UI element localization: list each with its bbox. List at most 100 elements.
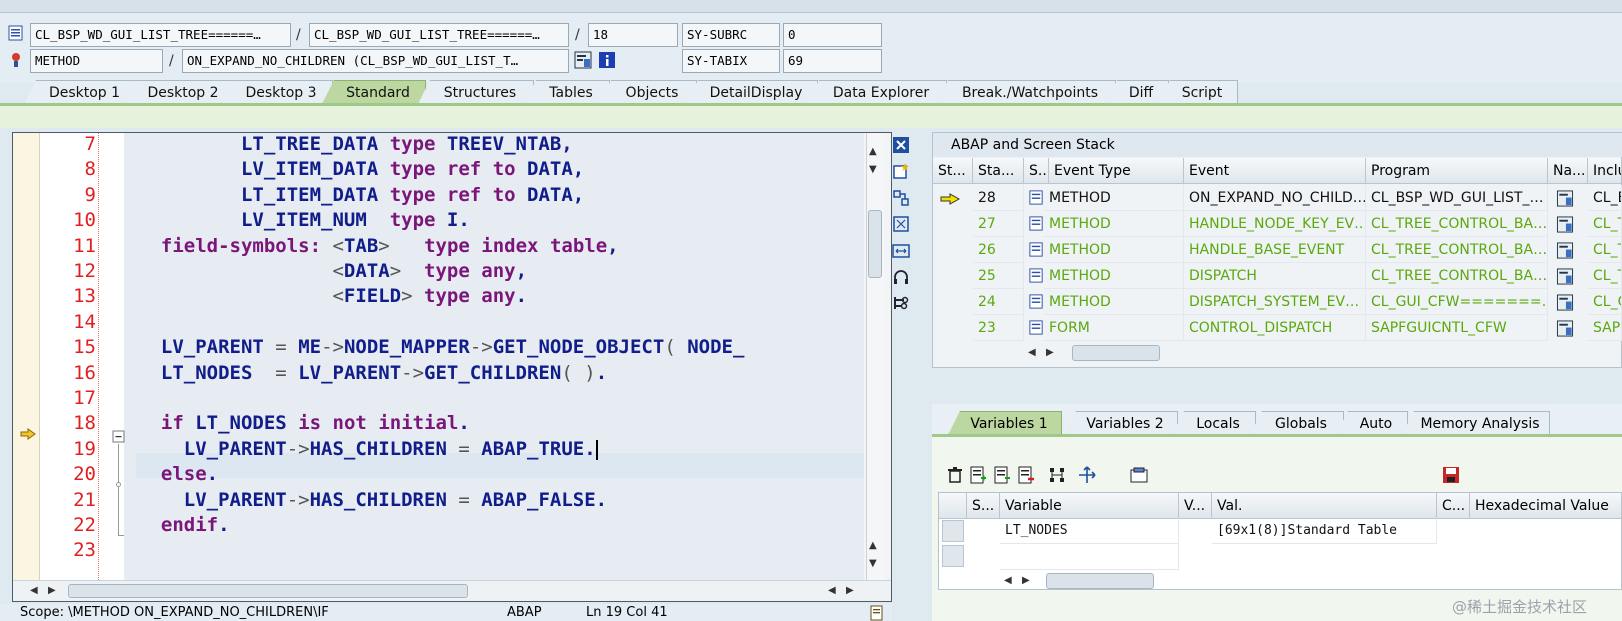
event-field[interactable]: ON_EXPAND_NO_CHILDREN (CL_BSP_WD_GUI_LIS… [182,49,569,73]
navigate-icon[interactable] [1078,466,1096,484]
source-icon[interactable] [1556,268,1574,285]
hierarchy-icon[interactable] [1048,466,1066,484]
delete-icon[interactable] [946,466,964,484]
tab-objects[interactable]: Objects [599,80,697,104]
stack-col-event[interactable]: Event [1184,158,1366,184]
close-icon[interactable] [892,136,910,154]
source-icon[interactable] [574,51,592,69]
tab-body [0,106,1622,128]
class-icon[interactable] [7,24,25,42]
var-col-v[interactable]: V... [1179,493,1212,519]
stack-col-name[interactable]: Na... [1548,158,1588,184]
tab-standard[interactable]: Standard [322,80,426,104]
var-col-hex[interactable]: Hexadecimal Value [1470,493,1622,519]
stack-col-level[interactable]: Sta... [973,158,1024,184]
code-line: LT_ITEM_DATA type ref to DATA, [240,184,585,206]
tab-break-watchpoints[interactable]: Break./Watchpoints [936,80,1116,104]
scroll-up-icon[interactable]: ▲ [869,146,877,158]
delete-row-icon[interactable] [1017,466,1035,484]
tab-script[interactable]: Script [1158,80,1238,104]
tab-tables[interactable]: Tables [524,80,610,104]
maximize-icon[interactable] [892,215,910,233]
var-col-rowmark [939,493,967,519]
var-col-value[interactable]: Val. [1212,493,1437,519]
empty-variable-cell[interactable] [1000,544,1179,570]
source-icon[interactable] [1556,294,1574,311]
source-icon[interactable] [1556,216,1574,233]
tab-variables-1[interactable]: Variables 1 [948,411,1062,435]
scroll-down-icon[interactable]: ▼ [869,558,877,570]
stack-col-event-type[interactable]: Event Type [1049,158,1184,184]
headset-icon[interactable] [892,268,910,286]
tab-globals[interactable]: Globals [1250,411,1344,435]
tab-locals[interactable]: Locals [1172,411,1256,435]
tab-detail-display[interactable]: DetailDisplay [686,80,818,104]
code-line: <FIELD> type any. [332,285,528,307]
method-icon [1029,190,1043,205]
scroll-left-icon[interactable]: ◀ [1028,347,1036,359]
vertical-scroll-thumb[interactable] [868,210,882,278]
source-icon[interactable] [1556,320,1574,337]
tab-desktop-3[interactable]: Desktop 3 [221,80,333,104]
breakpoint-gutter[interactable] [13,133,40,580]
stack-level: 23 [973,315,1024,341]
scroll-left-icon[interactable]: ◀ [30,585,38,597]
document-icon[interactable] [869,605,885,621]
current-frame-arrow-icon [940,193,960,205]
row-selector[interactable] [942,520,964,542]
split-icon[interactable] [892,189,910,207]
stack-col-status[interactable]: St... [933,158,973,184]
sy-subrc-value[interactable]: 0 [783,23,882,47]
append-row-icon[interactable] [993,466,1011,484]
save-icon[interactable] [1442,466,1460,484]
stack-scroll-thumb[interactable] [1072,345,1160,361]
tab-variables-2[interactable]: Variables 2 [1064,411,1178,435]
stack-include: CL_G [1588,289,1622,315]
source-icon[interactable] [1556,190,1574,207]
vertical-scrollbar[interactable] [866,133,884,580]
tab-desktop-1[interactable]: Desktop 1 [24,80,137,104]
scroll-right-icon[interactable]: ▶ [1046,347,1054,359]
event-type-field[interactable]: METHOD [30,49,163,73]
code-line: LV_ITEM_NUM type I. [240,209,470,231]
stack-col-s[interactable]: S.. [1024,158,1049,184]
tab-data-explorer[interactable]: Data Explorer [807,80,947,104]
insert-row-icon[interactable] [969,466,987,484]
scroll-left-icon[interactable]: ◀ [1004,575,1012,587]
folder-icon[interactable] [1130,466,1148,484]
scroll-left-icon[interactable]: ◀ [828,585,836,597]
scroll-right-icon[interactable]: ▶ [1022,575,1030,587]
info-icon[interactable] [598,51,616,69]
variable-value[interactable]: [69x1(8)]Standard Table [1212,518,1437,544]
fold-toggle-icon[interactable] [112,430,126,444]
scroll-up-icon[interactable]: ▲ [869,540,877,552]
variables-scroll-thumb[interactable] [1046,573,1154,589]
var-col-s[interactable]: S... [967,493,1000,519]
tools-icon[interactable] [892,294,910,312]
tab-memory-analysis[interactable]: Memory Analysis [1402,411,1550,435]
stack-col-program[interactable]: Program [1366,158,1548,184]
include-field[interactable]: CL_BSP_WD_GUI_LIST_TREE======… [309,23,569,47]
tab-desktop-2[interactable]: Desktop 2 [123,80,235,104]
stack-col-include[interactable]: Inclu [1588,158,1622,184]
resize-icon[interactable] [892,242,910,260]
tab-auto[interactable]: Auto [1336,411,1408,435]
variable-name[interactable]: LT_NODES [1000,518,1179,544]
horizontal-scroll-thumb[interactable] [68,584,468,598]
stack-level: 24 [973,289,1024,315]
scroll-down-icon[interactable]: ▼ [869,164,877,176]
separator: / [169,53,174,69]
new-window-icon[interactable] [892,162,910,180]
stack-include: CL_T [1588,263,1622,289]
tab-structures[interactable]: Structures [418,80,534,104]
sy-tabix-value[interactable]: 69 [783,49,882,73]
scroll-right-icon[interactable]: ▶ [48,585,56,597]
program-field[interactable]: CL_BSP_WD_GUI_LIST_TREE======… [30,23,291,47]
row-selector[interactable] [942,545,964,567]
scroll-right-icon[interactable]: ▶ [846,585,854,597]
line-field[interactable]: 18 [588,23,678,47]
line-number: 8 [84,158,96,180]
var-col-c[interactable]: C... [1437,493,1470,519]
var-col-variable[interactable]: Variable [1000,493,1179,519]
source-icon[interactable] [1556,242,1574,259]
